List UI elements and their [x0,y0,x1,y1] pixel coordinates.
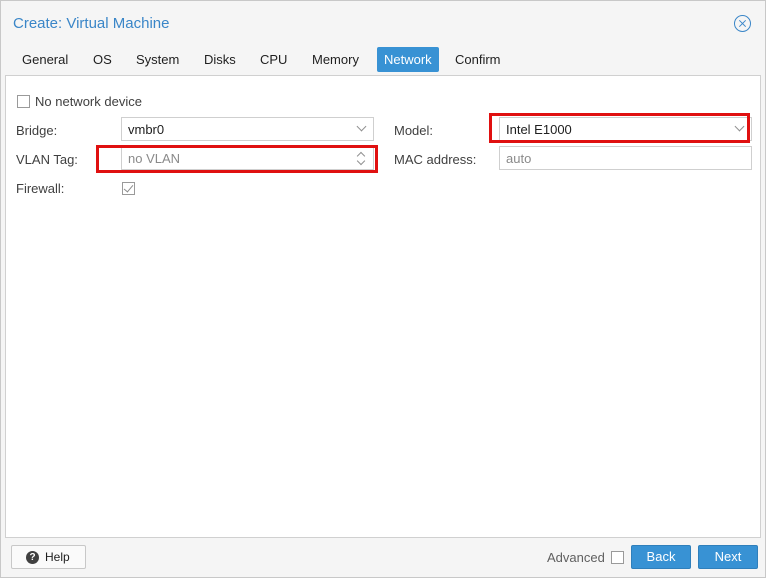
create-vm-dialog: Create: Virtual Machine General OS Syste… [0,0,766,578]
advanced-checkbox[interactable] [611,551,624,564]
tab-os[interactable]: OS [86,47,119,72]
tab-confirm[interactable]: Confirm [448,47,508,72]
tab-general[interactable]: General [15,47,75,72]
dialog-titlebar: Create: Virtual Machine [1,1,765,45]
next-button[interactable]: Next [698,545,758,569]
help-icon: ? [26,551,39,564]
vlan-tag-label: VLAN Tag: [16,152,78,167]
no-network-device-label: No network device [35,94,142,109]
help-button[interactable]: ? Help [11,545,86,569]
dialog-title: Create: Virtual Machine [13,15,170,32]
chevron-down-icon[interactable] [356,121,367,132]
no-network-device-checkbox[interactable] [17,95,30,108]
network-panel: No network device Bridge: vmbr0 VLAN Tag… [5,75,761,538]
firewall-checkbox[interactable] [122,182,135,195]
vlan-highlight-box [96,145,378,173]
dialog-footer: ? Help Advanced Back Next [1,539,765,577]
tab-memory[interactable]: Memory [305,47,366,72]
mac-address-label: MAC address: [394,152,477,167]
model-highlight-box [489,113,750,143]
firewall-label: Firewall: [16,181,65,196]
bridge-select[interactable]: vmbr0 [121,117,374,141]
bridge-value: vmbr0 [128,122,165,137]
tab-disks[interactable]: Disks [197,47,243,72]
tab-system[interactable]: System [129,47,186,72]
wizard-tabbar: General OS System Disks CPU Memory Netwo… [5,45,761,75]
mac-address-placeholder: auto [506,151,532,166]
close-icon[interactable] [734,15,751,32]
help-button-label: Help [45,550,70,564]
back-button[interactable]: Back [631,545,691,569]
model-label: Model: [394,123,434,138]
mac-address-input[interactable]: auto [499,146,752,170]
bridge-label: Bridge: [16,123,58,138]
tab-cpu[interactable]: CPU [253,47,294,72]
tab-network[interactable]: Network [377,47,439,72]
advanced-label: Advanced [547,550,605,565]
